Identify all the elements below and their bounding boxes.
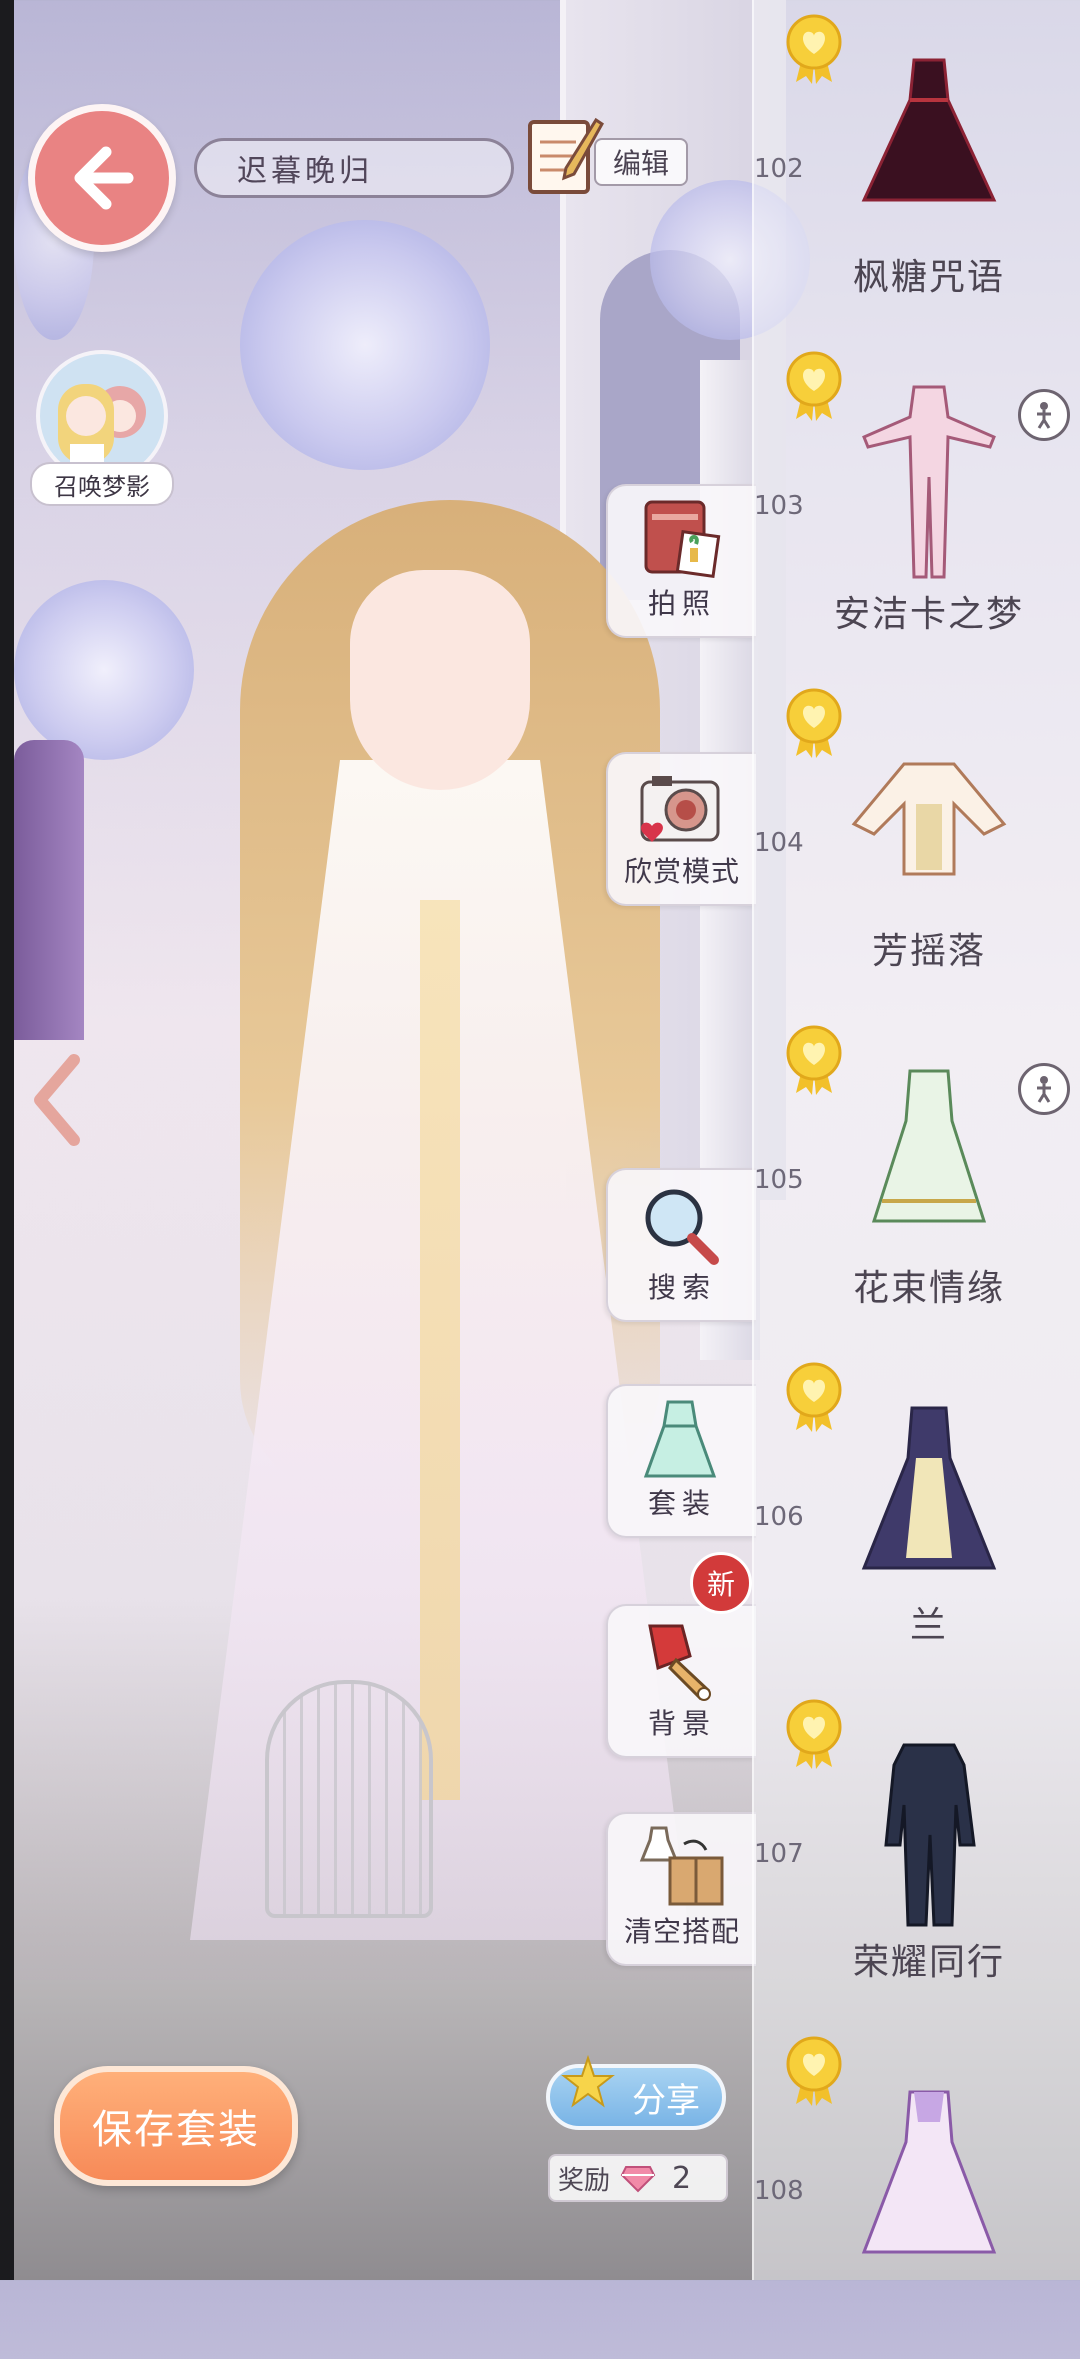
outfit-name-field[interactable]: 迟暮晚归 xyxy=(194,138,514,198)
two-characters-icon xyxy=(58,384,146,478)
clear-outfit-button[interactable]: 清空搭配 xyxy=(606,1812,756,1966)
star-hand-icon xyxy=(561,2054,615,2108)
outfit-list-panel[interactable]: 102 枫糖咒语 103 安洁卡之梦 104 芳摇落 105 花束情缘 106 … xyxy=(752,0,1080,2280)
outfit-number: 103 xyxy=(754,491,804,521)
outfit-number: 107 xyxy=(754,1839,804,1869)
outfit-name: 芳摇落 xyxy=(871,931,986,972)
reward-label: 奖励 xyxy=(558,2165,611,2196)
outfit-preview xyxy=(851,762,1007,876)
outfit-preview xyxy=(861,2090,997,2254)
heart-medal-icon xyxy=(786,14,842,84)
camera-icon xyxy=(640,776,720,842)
appreciate-mode-label: 欣赏模式 xyxy=(623,855,740,888)
outfit-number: 108 xyxy=(754,2176,804,2206)
outfit-preview xyxy=(861,58,997,202)
clear-outfit-label: 清空搭配 xyxy=(623,1915,740,1948)
save-outfit-button[interactable]: 保存套装 xyxy=(54,2066,298,2186)
outfit-name: 枫糖咒语 xyxy=(852,257,1005,298)
photo-album-icon xyxy=(644,500,721,579)
reward-info: 奖励 2 xyxy=(548,2154,728,2202)
arrow-left-icon xyxy=(74,146,134,210)
outfit-preview xyxy=(861,1406,997,1570)
outfit-number: 106 xyxy=(754,1502,804,1532)
outfit-name: 兰 xyxy=(909,1605,948,1646)
outfit-item[interactable]: 108 xyxy=(754,2022,1080,2359)
reward-count: 2 xyxy=(672,2160,692,2196)
flower-orb xyxy=(240,220,490,470)
character-sash xyxy=(420,900,460,1800)
box-icon xyxy=(639,1826,724,1906)
magnifier-icon xyxy=(645,1189,719,1265)
background-tower xyxy=(14,740,84,1040)
search-button[interactable]: 搜索 xyxy=(606,1168,756,1322)
previous-arrow-icon[interactable] xyxy=(28,1050,88,1150)
background-button[interactable]: 背景 xyxy=(606,1604,756,1758)
birdcage-prop xyxy=(265,1680,433,1918)
outfit-item[interactable]: 103 安洁卡之梦 xyxy=(754,337,1080,674)
heart-medal-icon xyxy=(786,2036,842,2106)
outfit-preview xyxy=(884,1743,976,1927)
outfit-number: 104 xyxy=(754,828,804,858)
suit-button[interactable]: 套装 xyxy=(606,1384,756,1538)
outfit-preview xyxy=(862,385,996,579)
heart-medal-icon xyxy=(786,1025,842,1095)
pink-diamond-icon xyxy=(620,2166,656,2193)
outfit-name: 安洁卡之梦 xyxy=(833,594,1024,635)
heart-medal-icon xyxy=(786,688,842,758)
outfit-item[interactable]: 107 荣耀同行 xyxy=(754,1685,1080,2022)
edit-name-button[interactable]: 编辑 xyxy=(526,112,688,202)
heart-medal-icon xyxy=(786,1362,842,1432)
photo-button[interactable]: 拍照 xyxy=(606,484,756,638)
outfit-item[interactable]: 102 枫糖咒语 xyxy=(754,0,1080,337)
screen-edge xyxy=(0,0,14,2280)
dress-icon xyxy=(643,1400,717,1478)
heart-medal-icon xyxy=(786,1699,842,1769)
back-button[interactable] xyxy=(28,104,176,252)
new-badge: 新 xyxy=(690,1552,752,1614)
outfit-item[interactable]: 105 花束情缘 xyxy=(754,1011,1080,1348)
search-label: 搜索 xyxy=(647,1271,716,1304)
paint-brush-icon xyxy=(648,1624,711,1701)
outfit-name: 荣耀同行 xyxy=(852,1942,1005,1983)
character-face xyxy=(350,570,530,790)
photo-label: 拍照 xyxy=(647,587,716,620)
summon-label: 召唤梦影 xyxy=(30,462,174,506)
outfit-name: 花束情缘 xyxy=(852,1268,1005,1309)
outfit-number: 105 xyxy=(754,1165,804,1195)
pose-icon[interactable] xyxy=(1018,389,1070,441)
suit-label: 套装 xyxy=(647,1487,716,1520)
summon-dream-shadow-button[interactable]: 召唤梦影 xyxy=(30,350,174,510)
pose-icon[interactable] xyxy=(1018,1063,1070,1115)
edit-label: 编辑 xyxy=(594,138,688,186)
outfit-number: 102 xyxy=(754,154,804,184)
appreciate-mode-button[interactable]: 欣赏模式 xyxy=(606,752,756,906)
notepad-pencil-icon xyxy=(528,117,604,194)
background-label: 背景 xyxy=(647,1707,716,1740)
heart-medal-icon xyxy=(786,351,842,421)
outfit-preview xyxy=(871,1069,987,1223)
outfit-item[interactable]: 104 芳摇落 xyxy=(754,674,1080,1011)
outfit-item[interactable]: 106 兰 xyxy=(754,1348,1080,1685)
